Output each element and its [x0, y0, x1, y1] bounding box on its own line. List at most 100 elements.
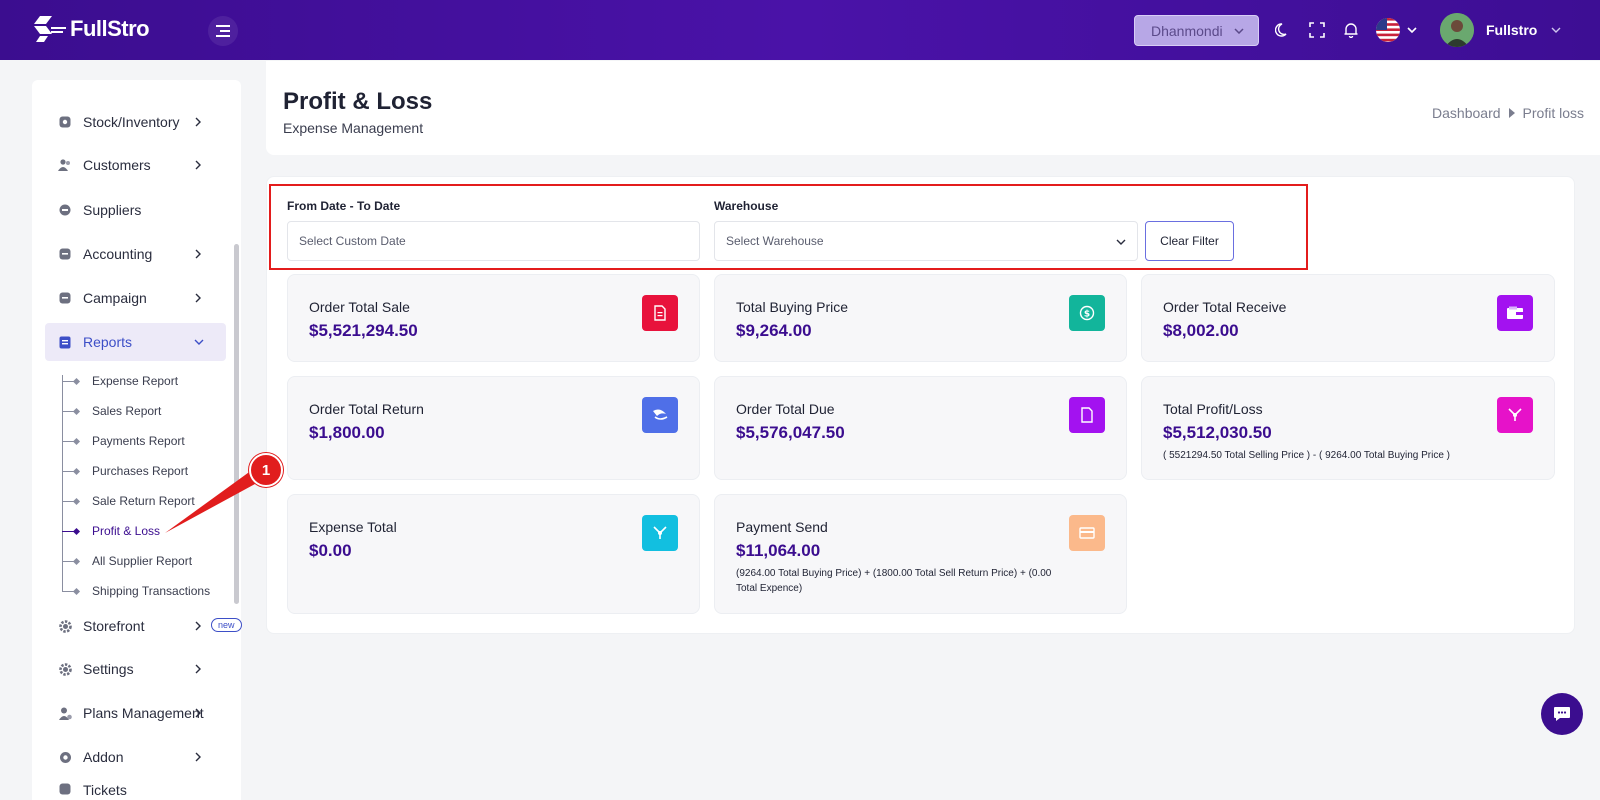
warehouse-label: Warehouse [714, 199, 779, 213]
stat-value: $0.00 [309, 541, 352, 560]
stat-label: Payment Send [736, 519, 828, 535]
supplier-icon [58, 203, 72, 217]
breadcrumb: Dashboard Profit loss [1432, 105, 1584, 121]
notifications-button[interactable] [1341, 20, 1361, 40]
stat-label: Total Profit/Loss [1163, 401, 1263, 417]
chevron-down-icon [1234, 27, 1244, 34]
language-chevron[interactable] [1406, 20, 1422, 40]
sidebar-item-campaign[interactable]: Campaign [45, 279, 226, 317]
menu-toggle-button[interactable] [208, 16, 238, 46]
users-icon [58, 158, 72, 172]
brand-logo[interactable]: FullStro [32, 14, 150, 44]
submenu-item-shipping-transactions[interactable]: Shipping Transactions [62, 580, 210, 602]
chevron-right-icon [194, 619, 206, 633]
sidebar-item-label: Stock/Inventory [83, 114, 180, 130]
chevron-right-icon [194, 291, 206, 305]
stat-note: ( 5521294.50 Total Selling Price ) - ( 9… [1163, 450, 1451, 461]
submenu-item-expense-report[interactable]: Expense Report [62, 370, 178, 392]
stat-card-total-profit-loss: Total Profit/Loss $5,512,030.50 ( 552129… [1141, 376, 1555, 480]
menu-icon [216, 25, 230, 37]
submenu-item-sale-return-report[interactable]: Sale Return Report [62, 490, 195, 512]
sidebar-item-plans-management[interactable]: Plans Management [45, 694, 226, 732]
card-icon [1069, 515, 1105, 551]
stat-value: $11,064.00 [736, 541, 821, 560]
wallet-icon [1497, 295, 1533, 331]
gear-icon [58, 619, 72, 633]
sidebar-item-accounting[interactable]: Accounting [45, 235, 226, 273]
user-name[interactable]: Fullstro [1486, 22, 1537, 38]
user-menu-chevron[interactable] [1550, 20, 1566, 40]
fullscreen-icon [1309, 22, 1325, 38]
sidebar-item-suppliers[interactable]: Suppliers [45, 191, 226, 229]
sidebar-item-tickets[interactable]: Tickets [45, 782, 226, 800]
warehouse-placeholder: Select Warehouse [726, 234, 824, 248]
document-icon [1069, 397, 1105, 433]
breadcrumb-current: Profit loss [1522, 105, 1584, 121]
submenu-item-label: Sales Report [92, 404, 162, 418]
fullscreen-button[interactable] [1307, 20, 1327, 40]
sidebar-item-label: Suppliers [83, 202, 142, 218]
warehouse-select[interactable]: Select Warehouse [714, 221, 1138, 261]
sidebar-item-label: Settings [83, 661, 134, 677]
submenu-item-payments-report[interactable]: Payments Report [62, 430, 185, 452]
us-flag-icon [1376, 18, 1400, 42]
stat-value: $9,264.00 [736, 321, 812, 340]
clear-filter-button[interactable]: Clear Filter [1145, 221, 1234, 261]
stat-value: $1,800.00 [309, 423, 385, 442]
chevron-down-icon [1115, 235, 1127, 249]
sidebar-item-label: Reports [83, 334, 133, 350]
stat-card-payment-send: Payment Send $11,064.00 (9264.00 Total B… [714, 494, 1127, 614]
submenu-item-label: Payments Report [92, 434, 185, 448]
date-range-label: From Date - To Date [287, 199, 401, 213]
stat-label: Order Total Receive [1163, 299, 1287, 315]
sidebar-item-label: Accounting [83, 246, 153, 262]
submenu-item-sales-report[interactable]: Sales Report [62, 400, 161, 422]
moon-icon [1275, 23, 1287, 37]
stat-card-expense-total: Expense Total $0.00 [287, 494, 700, 614]
stat-card-order-total-return: Order Total Return $1,800.00 [287, 376, 700, 480]
sidebar-item-addon[interactable]: Addon [45, 738, 226, 776]
theme-toggle-button[interactable] [1273, 20, 1293, 40]
sidebar-item-reports[interactable]: Reports [45, 323, 226, 361]
sidebar-scrollbar[interactable] [234, 244, 239, 604]
stat-note: (9264.00 Total Buying Price) + (1800.00 … [736, 568, 1052, 594]
new-badge: new [211, 618, 242, 632]
submenu-item-label: All Supplier Report [92, 554, 193, 568]
sidebar-item-customers[interactable]: Customers [45, 146, 226, 184]
stat-card-order-total-sale: Order Total Sale $5,521,294.50 [287, 274, 700, 362]
chart-icon [1497, 397, 1533, 433]
submenu-item-label: Profit & Loss [92, 524, 161, 538]
return-icon [642, 397, 678, 433]
date-range-input[interactable]: Select Custom Date [287, 221, 700, 261]
avatar[interactable] [1440, 13, 1474, 47]
sidebar-item-storefront[interactable]: Storefront new [45, 607, 242, 645]
chevron-right-icon [194, 706, 206, 720]
submenu-item-label: Expense Report [92, 374, 179, 388]
svg-text:$: $ [1084, 310, 1090, 320]
sidebar-item-settings[interactable]: Settings [45, 650, 226, 688]
stat-label: Order Total Return [309, 401, 424, 417]
invoice-icon [642, 295, 678, 331]
breadcrumb-link-dashboard[interactable]: Dashboard [1432, 105, 1501, 121]
chevron-down-icon [1551, 27, 1561, 33]
stat-card-total-buying-price: Total Buying Price $9,264.00 $ [714, 274, 1127, 362]
submenu-item-purchases-report[interactable]: Purchases Report [62, 460, 188, 482]
submenu-item-profit-loss[interactable]: Profit & Loss [62, 520, 160, 542]
sidebar-item-stock-inventory[interactable]: Stock/Inventory [45, 103, 226, 141]
sidebar-item-label: Addon [83, 749, 124, 765]
language-selector[interactable] [1376, 18, 1400, 42]
stat-value: $5,576,047.50 [736, 423, 845, 442]
chevron-right-icon [194, 750, 206, 764]
gear-icon [58, 662, 72, 676]
ticket-icon [58, 782, 72, 796]
stat-label: Order Total Sale [309, 299, 410, 315]
stat-label: Total Buying Price [736, 299, 849, 315]
branch-select[interactable]: Dhanmondi [1134, 15, 1259, 46]
avatar-image [1440, 13, 1474, 47]
submenu-item-all-supplier-report[interactable]: All Supplier Report [62, 550, 192, 572]
stat-card-order-total-due: Order Total Due $5,576,047.50 [714, 376, 1127, 480]
chevron-down-icon [1407, 27, 1417, 34]
sidebar-item-label: Plans Management [83, 705, 204, 721]
chat-button[interactable] [1541, 693, 1583, 735]
sidebar-item-label: Storefront [83, 618, 145, 634]
